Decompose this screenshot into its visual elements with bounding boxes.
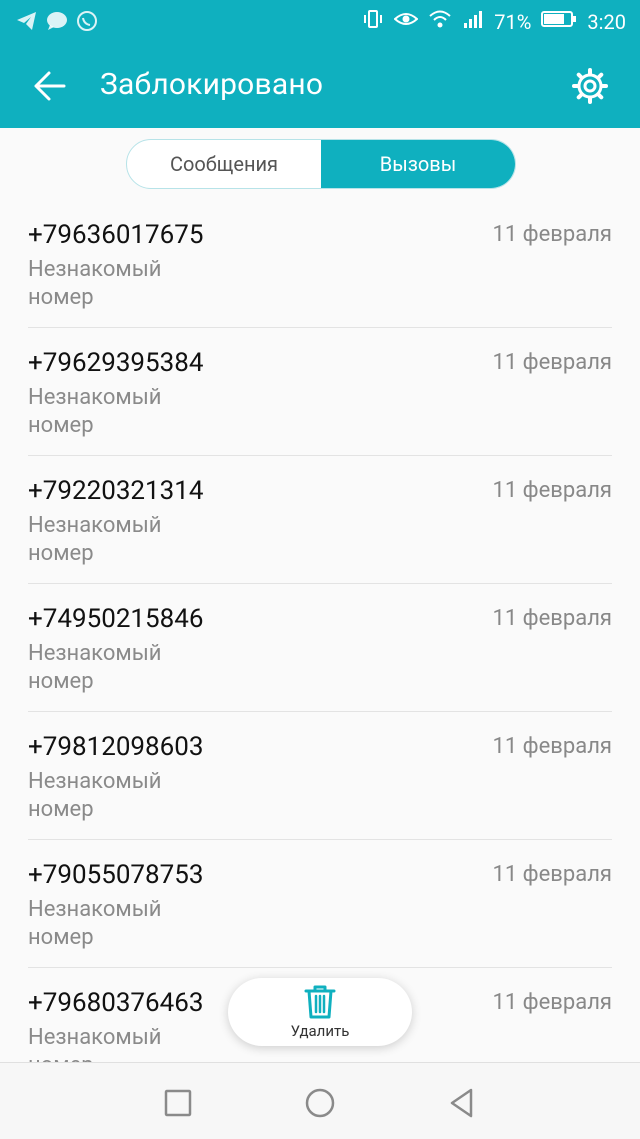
tab-calls[interactable]: Вызовы bbox=[321, 140, 515, 188]
chat-bubble-icon bbox=[46, 11, 68, 35]
telegram-icon bbox=[16, 11, 38, 35]
phone-number: +79812098603 bbox=[28, 732, 204, 762]
back-icon bbox=[450, 1088, 473, 1118]
battery-icon bbox=[541, 9, 577, 34]
back-nav-button[interactable] bbox=[444, 1085, 480, 1121]
arrow-left-icon bbox=[34, 71, 66, 101]
home-button[interactable] bbox=[302, 1085, 338, 1121]
recent-apps-icon bbox=[164, 1089, 192, 1117]
list-item[interactable]: +79812098603 11 февраля Незнакомый номер bbox=[0, 712, 640, 840]
call-date: 11 февраля bbox=[492, 734, 612, 759]
status-notifications bbox=[16, 10, 98, 36]
phone-number: +79629395384 bbox=[28, 348, 204, 378]
segmented-tabs: Сообщения Вызовы bbox=[126, 139, 516, 189]
phone-number: +79680376463 bbox=[28, 988, 204, 1018]
home-icon bbox=[305, 1088, 335, 1118]
caller-label: Незнакомый номер bbox=[28, 769, 162, 822]
call-date: 11 февраля bbox=[492, 478, 612, 503]
delete-button[interactable]: Удалить bbox=[228, 978, 412, 1046]
phone-number: +79055078753 bbox=[28, 860, 204, 890]
list-item[interactable]: +79055078753 11 февраля Незнакомый номер bbox=[0, 840, 640, 968]
settings-button[interactable] bbox=[568, 64, 612, 108]
phone-number: +79636017675 bbox=[28, 220, 204, 250]
caller-label: Незнакомый номер bbox=[28, 641, 162, 694]
blocked-calls-list: +79636017675 11 февраля Незнакомый номер… bbox=[0, 200, 640, 1096]
delete-label: Удалить bbox=[290, 1022, 350, 1040]
recent-apps-button[interactable] bbox=[160, 1085, 196, 1121]
phone-number: +79220321314 bbox=[28, 476, 204, 506]
back-button[interactable] bbox=[28, 64, 72, 108]
list-item[interactable]: +74950215846 11 февраля Незнакомый номер bbox=[0, 584, 640, 712]
call-date: 11 февраля bbox=[492, 606, 612, 631]
gear-icon bbox=[572, 68, 608, 104]
call-date: 11 февраля bbox=[492, 350, 612, 375]
caller-label: Незнакомый номер bbox=[28, 257, 162, 310]
list-item[interactable]: +79629395384 11 февраля Незнакомый номер bbox=[0, 328, 640, 456]
caller-label: Незнакомый номер bbox=[28, 513, 162, 566]
call-date: 11 февраля bbox=[492, 990, 612, 1015]
navigation-bar bbox=[0, 1062, 640, 1139]
status-indicators: 71% 3:20 bbox=[362, 8, 626, 35]
battery-percent: 71% bbox=[494, 9, 532, 34]
trash-icon bbox=[304, 985, 336, 1019]
app-bar: Заблокировано bbox=[0, 44, 640, 128]
page-title: Заблокировано bbox=[100, 67, 324, 102]
eye-icon bbox=[393, 9, 419, 34]
call-date: 11 февраля bbox=[492, 222, 612, 247]
whatsapp-icon bbox=[76, 10, 98, 36]
phone-number: +74950215846 bbox=[28, 604, 204, 634]
caller-label: Незнакомый номер bbox=[28, 385, 162, 438]
call-date: 11 февраля bbox=[492, 862, 612, 887]
status-bar: 71% 3:20 bbox=[0, 0, 640, 44]
signal-icon bbox=[462, 9, 484, 34]
list-item[interactable]: +79220321314 11 февраля Незнакомый номер bbox=[0, 456, 640, 584]
caller-label: Незнакомый номер bbox=[28, 897, 162, 950]
list-item[interactable]: +79636017675 11 февраля Незнакомый номер bbox=[0, 200, 640, 328]
vibrate-icon bbox=[362, 8, 384, 35]
wifi-icon bbox=[428, 9, 452, 34]
clock: 3:20 bbox=[587, 9, 626, 34]
tab-messages[interactable]: Сообщения bbox=[127, 140, 321, 188]
